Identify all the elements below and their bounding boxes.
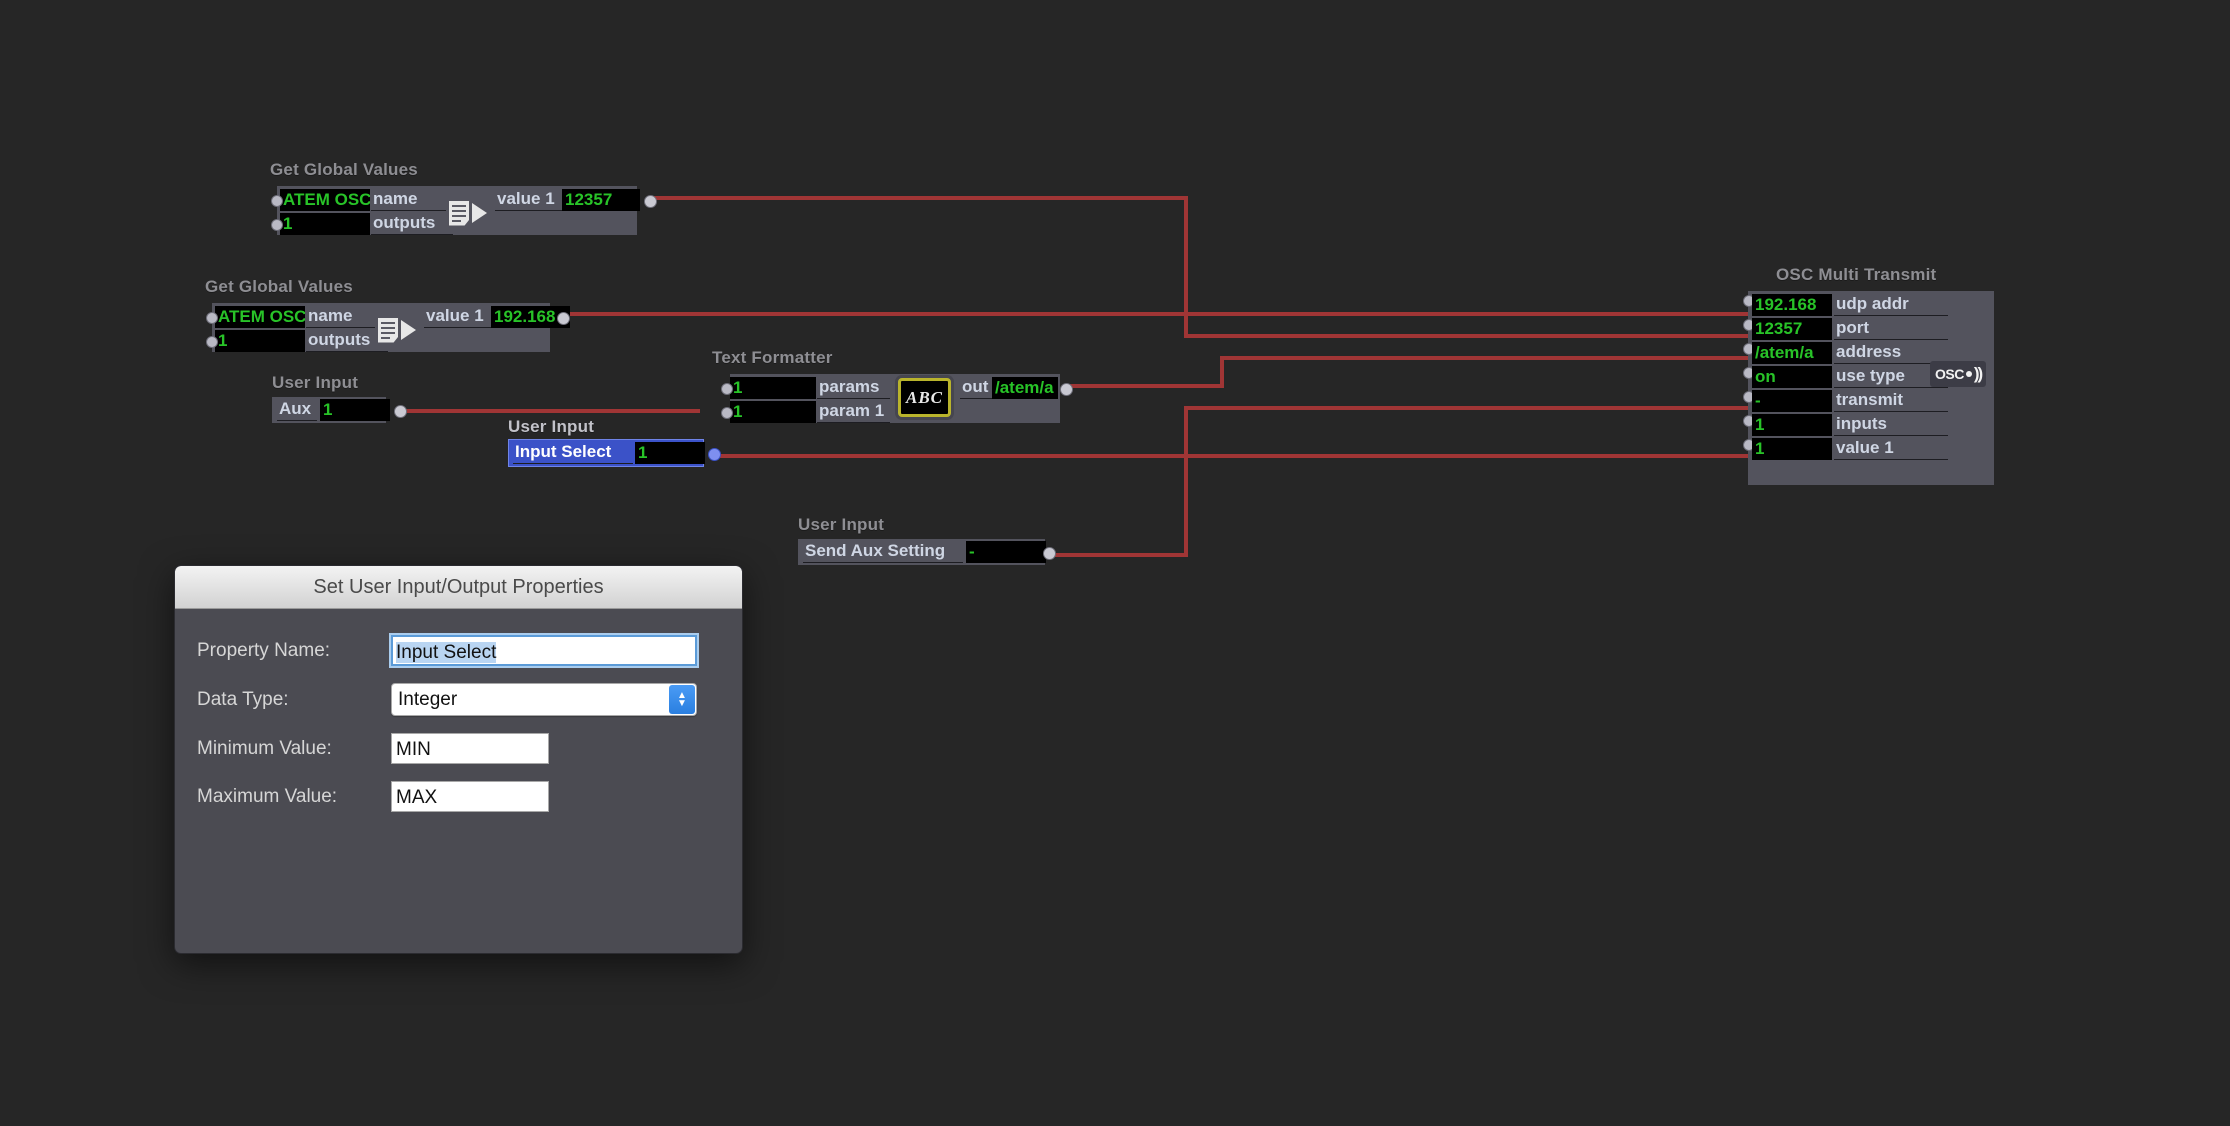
output-socket-value1[interactable]: [644, 195, 657, 208]
node-title: User Input: [508, 417, 595, 436]
output-socket-input-select[interactable]: [708, 448, 721, 461]
wire-address: [1063, 356, 1748, 388]
input-label-transmit: transmit: [1834, 390, 1948, 412]
maximum-value-label: Maximum Value:: [197, 785, 338, 807]
minimum-value-label: Minimum Value:: [197, 737, 332, 759]
input-label-port: port: [1834, 318, 1948, 340]
input-socket-params[interactable]: [721, 383, 733, 395]
output-value-out[interactable]: /atem/a: [992, 377, 1058, 399]
maximum-value-input[interactable]: MAX: [391, 781, 549, 812]
set-user-input-output-properties-dialog[interactable]: Set User Input/Output Properties Propert…: [174, 565, 743, 954]
node-title: Text Formatter: [712, 348, 833, 367]
abc-icon: ABC: [898, 378, 951, 417]
input-value-transmit[interactable]: -: [1752, 390, 1832, 412]
input-value-outputs[interactable]: 1: [280, 213, 370, 235]
input-label-params: params: [817, 377, 890, 399]
document-play-icon: [375, 310, 419, 350]
input-socket-outputs[interactable]: [271, 219, 283, 231]
output-label-out: out: [960, 377, 992, 399]
node-graph-canvas[interactable]: Get Global Values ATEM OSC 1 name output…: [0, 0, 2230, 1126]
input-value-use-type[interactable]: on: [1752, 366, 1832, 388]
field-data-type-row: Data Type: Integer ▲ ▼: [175, 683, 742, 716]
data-type-select[interactable]: Integer ▲ ▼: [391, 683, 697, 716]
user-input-property-label: Input Select: [513, 442, 633, 464]
wire-port: [650, 196, 1748, 338]
output-socket-send-aux[interactable]: [1043, 547, 1056, 560]
input-label-inputs: inputs: [1834, 414, 1948, 436]
dialog-form: Property Name: Input Select Data Type: I…: [175, 609, 742, 953]
node-title: Get Global Values: [205, 277, 353, 296]
user-input-value[interactable]: 1: [320, 399, 390, 421]
input-socket-param1[interactable]: [721, 407, 733, 419]
property-name-input-value: Input Select: [396, 642, 497, 663]
output-socket-out[interactable]: [1060, 383, 1073, 396]
property-name-label: Property Name:: [197, 639, 331, 661]
node-title: User Input: [798, 515, 885, 534]
osc-badge-label: OSC: [1935, 366, 1964, 382]
input-value-params[interactable]: 1: [730, 377, 816, 399]
field-minimum-value-row: Minimum Value: MIN: [175, 733, 742, 764]
output-label-value1: value 1: [424, 306, 494, 328]
dialog-titlebar: Set User Input/Output Properties: [175, 566, 742, 609]
maximum-value-input-value: MAX: [396, 787, 438, 808]
input-label-name: name: [371, 189, 453, 211]
field-maximum-value-row: Maximum Value: MAX: [175, 781, 742, 812]
osc-badge-dot: [1965, 371, 1972, 377]
property-name-input[interactable]: Input Select: [391, 635, 697, 666]
field-property-name-row: Property Name: Input Select: [175, 635, 742, 666]
minimum-value-input[interactable]: MIN: [391, 733, 549, 764]
input-label-outputs: outputs: [371, 213, 453, 235]
input-label-value1: value 1: [1834, 438, 1948, 460]
input-value-port[interactable]: 12357: [1752, 318, 1832, 340]
input-socket-name[interactable]: [206, 312, 218, 324]
osc-badge-waves: )): [1973, 364, 1983, 383]
input-socket-name[interactable]: [271, 195, 283, 207]
document-play-icon: [446, 193, 490, 233]
input-value-inputs[interactable]: 1: [1752, 414, 1832, 436]
input-value-outputs[interactable]: 1: [215, 330, 305, 352]
input-value-address[interactable]: /atem/a: [1752, 342, 1832, 364]
minimum-value-input-value: MIN: [396, 739, 431, 760]
input-value-name[interactable]: ATEM OSC: [280, 189, 370, 211]
user-input-property-label: Aux: [277, 399, 317, 421]
chevron-down-icon: ▼: [677, 697, 687, 709]
output-socket-value1[interactable]: [557, 312, 570, 325]
node-title: OSC Multi Transmit: [1776, 265, 1937, 284]
input-value-udp-addr[interactable]: 192.168: [1752, 294, 1832, 316]
osc-broadcast-icon: OSC )): [1930, 361, 1987, 387]
user-input-property-label: Send Aux Setting: [803, 541, 963, 563]
user-input-value[interactable]: -: [966, 541, 1046, 563]
chevron-up-down-icon[interactable]: ▲ ▼: [669, 685, 695, 714]
user-input-value[interactable]: 1: [635, 442, 705, 464]
data-type-select-value: Integer: [398, 689, 458, 710]
input-value-value1[interactable]: 1: [1752, 438, 1832, 460]
input-socket-outputs[interactable]: [206, 336, 218, 348]
abc-icon-label: ABC: [905, 387, 944, 407]
input-value-param1[interactable]: 1: [730, 401, 816, 423]
wire-transmit: [1051, 406, 1748, 557]
node-title: Get Global Values: [270, 160, 418, 179]
dialog-title: Set User Input/Output Properties: [313, 575, 604, 598]
data-type-label: Data Type:: [197, 688, 289, 710]
output-label-value1: value 1: [495, 189, 565, 211]
input-value-name[interactable]: ATEM OSC: [215, 306, 305, 328]
output-value-value1[interactable]: 12357: [562, 189, 640, 211]
input-label-param1: param 1: [817, 401, 890, 423]
node-title: User Input: [272, 373, 359, 392]
output-socket-aux[interactable]: [394, 405, 407, 418]
input-label-udp-addr: udp addr: [1834, 294, 1948, 316]
